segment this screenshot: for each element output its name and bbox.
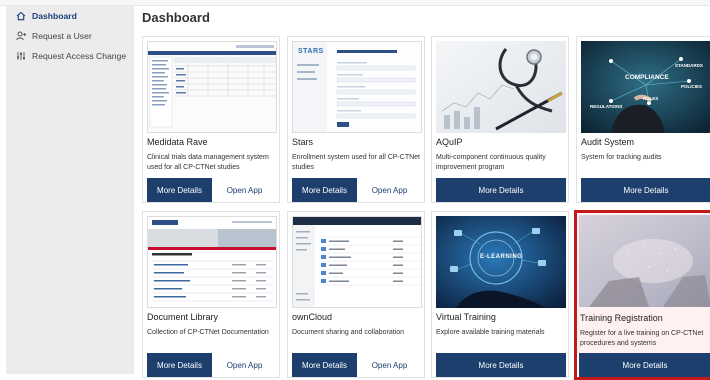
card-owncloud: ownCloud Document sharing and collaborat…	[287, 211, 425, 378]
more-details-button[interactable]: More Details	[581, 178, 710, 202]
card-title: ownCloud	[292, 312, 333, 322]
card-title: Document Library	[147, 312, 219, 322]
standards-label: STANDARDS	[675, 63, 703, 68]
card-actions: More Details Open App	[147, 353, 277, 377]
stethoscope-photo	[436, 41, 566, 133]
compliance-label: COMPLIANCE	[625, 74, 669, 81]
page-title: Dashboard	[142, 10, 210, 25]
card-aquip: AQuIP Multi-component continuous quality…	[431, 36, 569, 203]
rules-label: RULES	[643, 96, 659, 101]
more-details-button[interactable]: More Details	[147, 178, 212, 202]
app-screenshot-thumbnail	[147, 41, 277, 133]
card-title: Stars	[292, 137, 314, 147]
sidebar-item-label: Request a User	[32, 31, 92, 41]
card-description: Clinical trials data management system u…	[147, 154, 269, 171]
card-audit-system: COMPLIANCE STANDARDS POLICIES REGULATION…	[576, 36, 710, 203]
card-virtual-training: E-LEARNING Virtual Training Explore avai…	[431, 211, 569, 378]
regulations-label: REGULATIONS	[590, 104, 623, 109]
e-learning-photo: E-LEARNING	[436, 216, 566, 308]
add-user-icon	[15, 30, 27, 42]
card-actions: More Details	[436, 353, 566, 377]
card-title: Virtual Training	[436, 312, 496, 322]
stars-logo: STARS	[298, 48, 324, 55]
compliance-photo: COMPLIANCE STANDARDS POLICIES REGULATION…	[581, 41, 710, 133]
card-description: Enrollment system used for all CP-CTNet …	[292, 154, 420, 171]
card-description: Register for a live training on CP-CTNet…	[580, 330, 704, 347]
open-app-link[interactable]: Open App	[357, 178, 422, 202]
more-details-button[interactable]: More Details	[436, 353, 566, 377]
sidebar-item-request-access-change[interactable]: Request Access Change	[6, 46, 134, 66]
open-app-link[interactable]: Open App	[212, 353, 277, 377]
sidebar-item-label: Request Access Change	[32, 51, 127, 61]
app-screenshot-thumbnail: STARS	[292, 41, 422, 133]
more-details-button[interactable]: More Details	[436, 178, 566, 202]
sidebar-item-dashboard[interactable]: Dashboard	[6, 6, 134, 26]
app-screenshot-thumbnail	[147, 216, 277, 308]
card-actions: More Details	[581, 178, 710, 202]
card-actions: More Details Open App	[147, 178, 277, 202]
card-description: Document sharing and collaboration	[292, 329, 405, 336]
sidebar-item-label: Dashboard	[32, 11, 77, 21]
sliders-icon	[15, 50, 27, 62]
more-details-button[interactable]: More Details	[147, 353, 212, 377]
card-actions: More Details	[579, 353, 710, 377]
card-title: Training Registration	[580, 313, 663, 323]
card-description: Collection of CP-CTNet Documentation	[147, 329, 269, 336]
home-icon	[15, 10, 27, 22]
card-actions: More Details Open App	[292, 178, 422, 202]
card-document-library: Document Library Collection of CP-CTNet …	[142, 211, 280, 378]
training-photo	[579, 215, 710, 307]
card-stars: STARS Stars Enrollment system used for a…	[287, 36, 425, 203]
card-actions: More Details	[436, 178, 566, 202]
card-description: System for tracking audits	[581, 154, 662, 161]
more-details-button[interactable]: More Details	[292, 178, 357, 202]
more-details-button[interactable]: More Details	[579, 353, 710, 377]
card-title: Audit System	[581, 137, 635, 147]
policies-label: POLICIES	[681, 84, 703, 89]
more-details-button[interactable]: More Details	[292, 353, 357, 377]
open-app-link[interactable]: Open App	[357, 353, 422, 377]
card-title: AQuIP	[436, 137, 463, 147]
card-description: Explore available training materials	[436, 329, 545, 336]
card-medidata-rave: Medidata Rave Clinical trials data manag…	[142, 36, 280, 203]
e-learning-label: E-LEARNING	[480, 254, 523, 260]
app-screenshot-thumbnail	[292, 216, 422, 308]
sidebar-item-request-a-user[interactable]: Request a User	[6, 26, 134, 46]
card-actions: More Details Open App	[292, 353, 422, 377]
card-description: Multi-component continuous quality impro…	[436, 154, 546, 171]
card-training-registration: Training Registration Register for a liv…	[574, 210, 710, 380]
card-title: Medidata Rave	[147, 137, 208, 147]
sidebar: Dashboard Request a User Request Access …	[6, 6, 134, 374]
open-app-link[interactable]: Open App	[212, 178, 277, 202]
